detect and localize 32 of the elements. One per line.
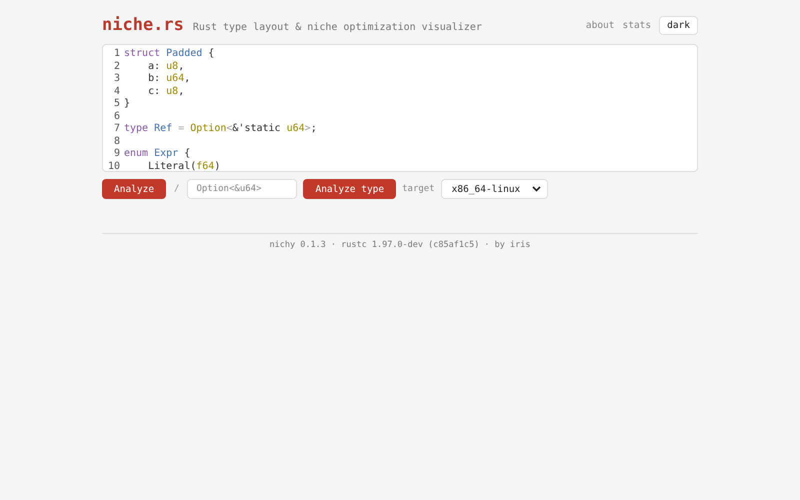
analyze-type-button[interactable]: Analyze type (303, 179, 396, 199)
line-number: 5 (112, 98, 121, 110)
line-number: 1 (112, 48, 121, 60)
analyze-button[interactable]: Analyze (102, 179, 166, 199)
line-number: 9 (112, 148, 121, 160)
code-line: struct Padded { (124, 48, 214, 60)
code-line: b: u64, (147, 73, 190, 86)
logo[interactable]: niche.rs (102, 15, 184, 35)
line-number: 10 (106, 160, 121, 171)
code-line: enum Expr { (124, 148, 190, 160)
line-number: 2 (112, 60, 121, 73)
code-editor[interactable]: 1 struct Padded { 2 a: u8, 3 b: u64, 4 c: u8, 5 } 6 7 type Ref = Option<&'static u64>; 8 9 enum Expr { 10 Literal(f64) (102, 44, 698, 172)
footer-text: nichy 0.1.3 · rustc 1.97.0-dev (c85af1c5) · by iris (268, 240, 532, 250)
line-number: 3 (112, 73, 121, 86)
target-label: target (402, 184, 435, 194)
nav-link[interactable]: about (586, 20, 614, 30)
tagline: Rust type layout & niche optimization visualizer (192, 22, 482, 33)
line-number: 6 (112, 110, 121, 123)
theme-toggle-button[interactable]: dark (659, 16, 698, 34)
code-line: c: u8, (147, 86, 184, 98)
target-select[interactable]: x86_64-linux (440, 179, 548, 199)
separator: / (174, 184, 180, 194)
code-line: a: u8, (147, 60, 184, 73)
type-input-field[interactable]: Option<&u64> (187, 179, 298, 199)
code-line: Literal(f64) (147, 160, 220, 171)
code-line: } (124, 98, 130, 110)
line-number: 4 (112, 86, 121, 98)
code-line: type Ref = Option<&'static u64>; (124, 123, 317, 136)
line-number: 8 (112, 136, 121, 148)
nav-link[interactable]: stats (622, 20, 652, 30)
line-number: 7 (112, 123, 121, 136)
chevron-down-icon (532, 186, 542, 192)
